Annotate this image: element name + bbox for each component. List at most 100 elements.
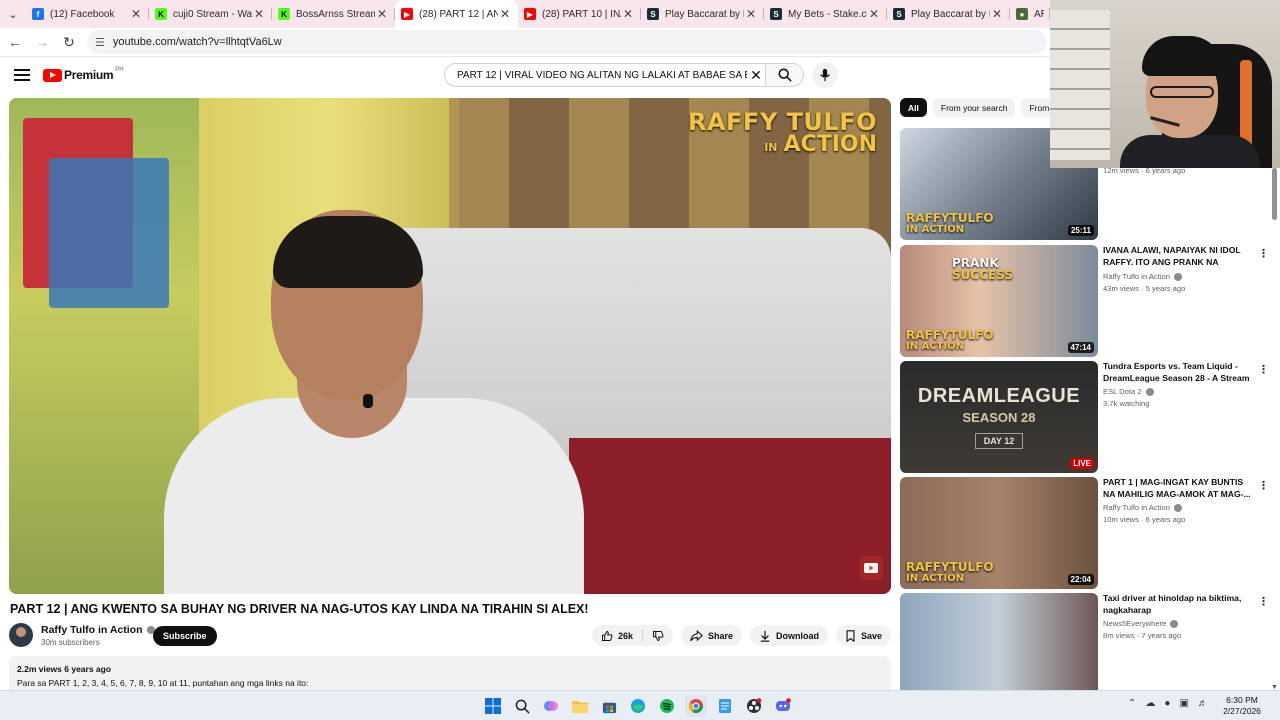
chip-all[interactable]: All bbox=[900, 98, 927, 117]
volume-icon[interactable]: ♬ bbox=[1198, 698, 1208, 709]
close-tab-icon[interactable]: ✕ bbox=[744, 7, 758, 21]
microsoft-store-icon[interactable] bbox=[598, 695, 620, 717]
more-options-icon[interactable]: ⋮ bbox=[1258, 479, 1269, 492]
reload-icon[interactable]: ↻ bbox=[57, 30, 81, 54]
edge-icon[interactable] bbox=[627, 695, 649, 717]
related-video[interactable]: PRANK SUCCESS RAFFYTULFO IN ACTION 47:14 I… bbox=[900, 245, 1270, 357]
subscribe-watermark-icon[interactable] bbox=[859, 556, 883, 580]
thumbnail-brand-a: RAFFYTULFO bbox=[906, 328, 994, 343]
more-options-icon[interactable]: ⋮ bbox=[1258, 363, 1269, 376]
more-options-icon[interactable]: ⋮ bbox=[1258, 247, 1269, 260]
channel-avatar[interactable] bbox=[9, 623, 33, 647]
related-meta: 3.7k watching bbox=[1103, 399, 1150, 409]
voice-search-button[interactable] bbox=[812, 62, 838, 88]
related-channel[interactable]: Raffy Tulfo in Action bbox=[1103, 503, 1170, 512]
network-icon[interactable]: ▣ bbox=[1179, 698, 1188, 709]
related-title[interactable]: Tundra Esports vs. Team Liquid - DreamLe… bbox=[1103, 361, 1253, 384]
browser-tab[interactable]: ● ARM bbox=[1010, 0, 1050, 28]
search-input[interactable]: PART 12 | VIRAL VIDEO NG ALITAN NG LALAK… bbox=[445, 70, 747, 81]
channel-name[interactable]: Raffy Tulfo in Action bbox=[41, 624, 143, 636]
related-meta: 43m views · 5 years ago bbox=[1103, 284, 1186, 293]
chip-from-your-search[interactable]: From your search bbox=[932, 98, 1016, 117]
close-tab-icon[interactable]: ✕ bbox=[990, 7, 1004, 21]
share-button[interactable]: Share bbox=[681, 625, 743, 646]
live-badge: LIVE bbox=[1070, 458, 1094, 469]
related-title[interactable]: Taxi driver at hinoldap na biktima, nagk… bbox=[1103, 593, 1253, 616]
related-channel[interactable]: News5Everywhere bbox=[1103, 619, 1166, 628]
more-options-icon[interactable]: ⋮ bbox=[1258, 595, 1269, 608]
search-button[interactable] bbox=[765, 64, 803, 86]
browser-tab[interactable]: Kcuji0 Stream - Watch✕ bbox=[149, 0, 272, 28]
dislike-button[interactable] bbox=[643, 630, 673, 642]
thumbnail-prank-text: PRANK SUCCESS bbox=[952, 257, 1013, 281]
download-button[interactable]: Download bbox=[750, 625, 829, 646]
related-thumbnail[interactable]: DREAMLEAGUE SEASON 28 DAY 12 LIVE bbox=[900, 361, 1098, 473]
tab-search-chevron-icon[interactable]: ⌄ bbox=[0, 0, 26, 28]
system-tray: ⌃ ☁ ● ▣ ♬ bbox=[1128, 698, 1217, 709]
youtube-logo[interactable]: Premium PH bbox=[43, 67, 124, 82]
taskbar-search-icon[interactable] bbox=[511, 695, 533, 717]
back-arrow-icon[interactable]: ← bbox=[3, 30, 27, 54]
browser-tab[interactable]: ▶ (28) PART 10 | INATR✕ bbox=[518, 0, 641, 28]
subscribe-button[interactable]: Subscribe bbox=[153, 626, 217, 646]
browser-tab[interactable]: S My Bets - Stake.com✕ bbox=[764, 0, 887, 28]
related-video[interactable]: RAFFYTULFO IN ACTION 22:04 PART 1 | MAG-I… bbox=[900, 477, 1270, 589]
tab-label: Play Baccarat by Evol bbox=[665, 8, 744, 20]
browser-tab[interactable]: S Play Baccarat by Evol✕ bbox=[887, 0, 1010, 28]
related-video[interactable]: Taxi driver at hinoldap na biktima, nagk… bbox=[900, 593, 1270, 690]
site-info-icon[interactable]: ☰ bbox=[95, 36, 105, 49]
tray-app-icon[interactable]: ☁ bbox=[1145, 698, 1155, 709]
related-title[interactable]: PART 1 | MAG-INGAT KAY BUNTIS NA MAHILIG… bbox=[1103, 477, 1253, 500]
scrollbar-thumb[interactable] bbox=[1272, 168, 1277, 220]
discord-icon[interactable] bbox=[772, 695, 794, 717]
taskbar-apps bbox=[482, 695, 801, 717]
clear-search-icon[interactable]: ✕ bbox=[747, 67, 765, 84]
download-label: Download bbox=[776, 630, 820, 641]
save-button[interactable]: Save bbox=[836, 625, 892, 646]
spotify-icon[interactable] bbox=[656, 695, 678, 717]
tray-chevron-up-icon[interactable]: ⌃ bbox=[1128, 698, 1136, 709]
menu-icon[interactable] bbox=[14, 69, 30, 81]
duration-badge: 22:04 bbox=[1067, 574, 1094, 585]
close-tab-icon[interactable]: ✕ bbox=[621, 7, 635, 21]
taskbar-clock[interactable]: 6:30 PM 2/27/2026 bbox=[1218, 695, 1266, 717]
file-explorer-icon[interactable] bbox=[569, 695, 591, 717]
related-thumbnail[interactable]: RAFFYTULFO IN ACTION 22:04 bbox=[900, 477, 1098, 589]
stake-icon: S bbox=[647, 8, 659, 20]
tab-label: (12) Facebook bbox=[50, 8, 115, 20]
related-thumbnail[interactable] bbox=[900, 593, 1098, 690]
subscriber-count: 30m subscribers bbox=[41, 637, 100, 647]
page-scrollbar[interactable]: ▼ bbox=[1271, 166, 1279, 691]
forward-arrow-icon[interactable]: → bbox=[30, 30, 54, 54]
close-tab-icon[interactable]: ✕ bbox=[375, 7, 389, 21]
like-button[interactable]: 26k bbox=[592, 629, 644, 642]
chrome-icon[interactable] bbox=[685, 695, 707, 717]
related-video[interactable]: DREAMLEAGUE SEASON 28 DAY 12 LIVE Tundra… bbox=[900, 361, 1270, 473]
tab-label: (28) PART 12 | ANG K bbox=[419, 8, 498, 20]
close-tab-icon[interactable]: ✕ bbox=[129, 7, 143, 21]
copilot-icon[interactable] bbox=[540, 695, 562, 717]
thumbnail-text-2: SEASON 28 bbox=[962, 410, 1036, 425]
related-channel[interactable]: Raffy Tulfo in Action bbox=[1103, 272, 1170, 281]
notepad-icon[interactable] bbox=[714, 695, 736, 717]
tray-mic-icon[interactable]: ● bbox=[1164, 698, 1170, 709]
video-player[interactable]: RAFFY TULFO IN ACTION bbox=[9, 98, 891, 594]
obs-icon[interactable] bbox=[743, 695, 765, 717]
url-field[interactable]: ☰ youtube.com/watch?v=llhtqtVa6Lw bbox=[87, 30, 1047, 54]
webcam-overlay bbox=[1050, 0, 1280, 168]
windows-start-icon[interactable] bbox=[482, 695, 504, 717]
close-tab-icon[interactable]: ✕ bbox=[498, 7, 512, 21]
related-thumbnail[interactable]: PRANK SUCCESS RAFFYTULFO IN ACTION 47:14 bbox=[900, 245, 1098, 357]
related-channel[interactable]: ESL Dota 2 bbox=[1103, 387, 1142, 396]
browser-tab[interactable]: f (12) Facebook ✕ bbox=[26, 0, 149, 28]
browser-tab[interactable]: S Play Baccarat by Evol✕ bbox=[641, 0, 764, 28]
close-tab-icon[interactable]: ✕ bbox=[252, 7, 266, 21]
browser-tab[interactable]: ▶ (28) PART 12 | ANG K✕ bbox=[395, 0, 518, 28]
tab-list: f(12) Facebook✕Kcuji0 Stream - Watch✕KBo… bbox=[26, 0, 1050, 28]
related-title[interactable]: IVANA ALAWI, NAPAIYAK NI IDOL RAFFY. ITO… bbox=[1103, 245, 1253, 269]
tab-label: My Bets - Stake.com bbox=[788, 8, 867, 20]
browser-tab[interactable]: K BossArnss Stream - W✕ bbox=[272, 0, 395, 28]
clock-date: 2/27/2026 bbox=[1223, 706, 1261, 717]
youtube-play-icon bbox=[43, 68, 62, 82]
close-tab-icon[interactable]: ✕ bbox=[867, 7, 881, 21]
